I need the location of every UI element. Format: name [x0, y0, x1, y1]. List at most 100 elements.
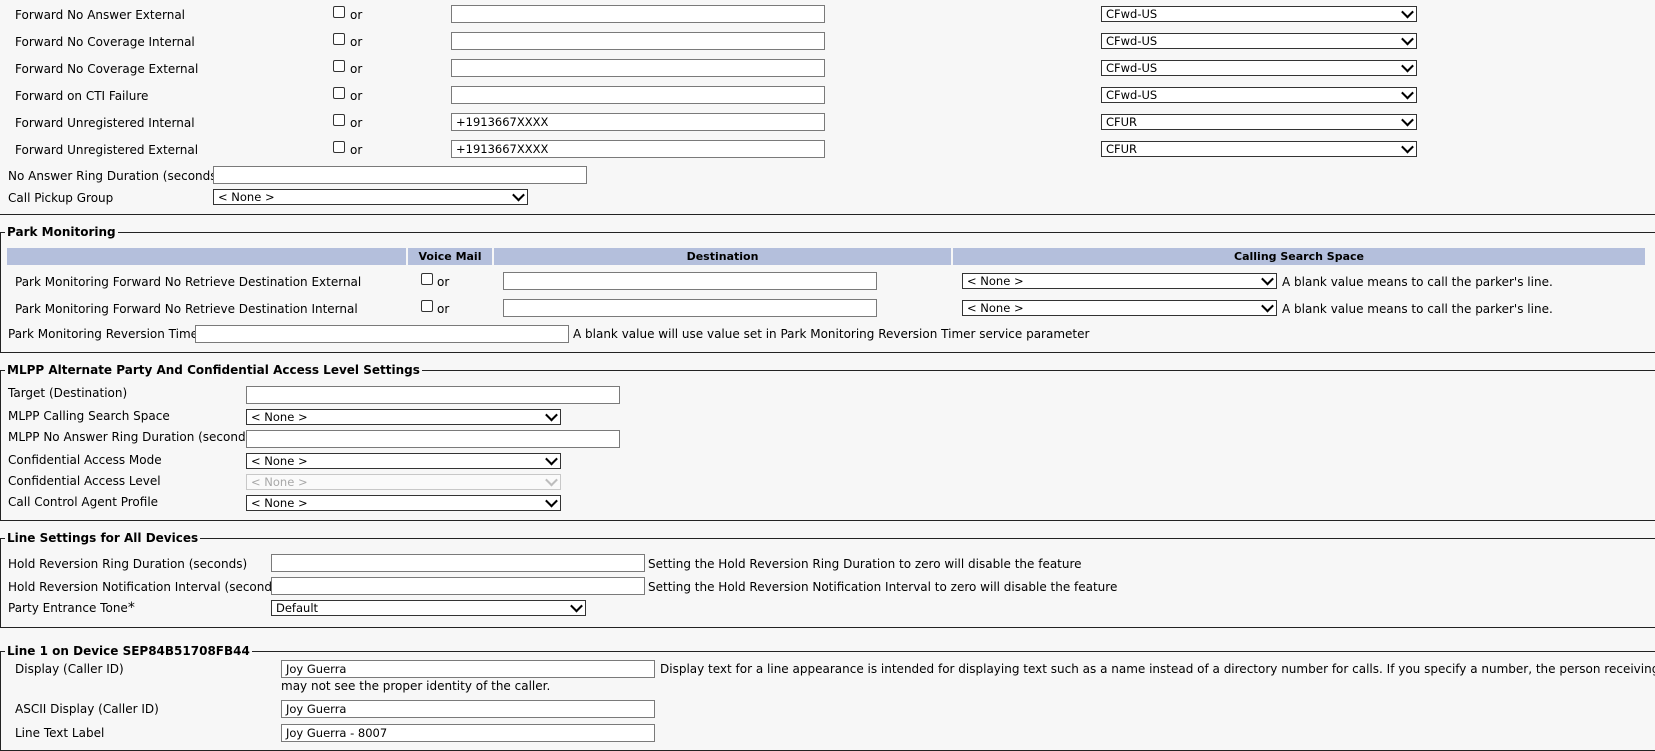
- chevron-down-icon: [1261, 272, 1274, 286]
- forward-destination-input[interactable]: [451, 32, 825, 50]
- forward-label: Forward Unregistered Internal: [15, 116, 195, 130]
- ascii-display-label: ASCII Display (Caller ID): [15, 702, 159, 716]
- hold-ring-label: Hold Reversion Ring Duration (seconds): [8, 557, 248, 571]
- chevron-down-icon: [1401, 140, 1414, 154]
- divider: [0, 214, 1655, 215]
- party-entrance-tone-label: Party Entrance Tone*: [8, 601, 135, 615]
- mlpp-css-select[interactable]: < None >: [246, 408, 561, 425]
- forward-css-select[interactable]: CFwd-US: [1101, 5, 1417, 22]
- forward-destination-input[interactable]: [451, 86, 825, 104]
- select-value: Default: [276, 601, 319, 615]
- chevron-down-icon: [545, 494, 558, 508]
- chevron-down-icon: [545, 408, 558, 422]
- mlpp-legend: MLPP Alternate Party And Confidential Ac…: [5, 363, 422, 377]
- park-destination-input[interactable]: [503, 272, 877, 290]
- voicemail-checkbox[interactable]: [333, 60, 345, 72]
- display-note-cont: may not see the proper identity of the c…: [281, 679, 551, 693]
- or-text: or: [350, 35, 363, 49]
- forward-css-select[interactable]: CFwd-US: [1101, 86, 1417, 103]
- forward-destination-input[interactable]: [451, 59, 825, 77]
- select-value: CFUR: [1106, 142, 1138, 156]
- or-text: or: [350, 143, 363, 157]
- voicemail-checkbox[interactable]: [421, 300, 433, 312]
- park-css-select[interactable]: < None >: [962, 299, 1277, 316]
- header-blank: [7, 248, 406, 265]
- header-destination: Destination: [494, 248, 951, 265]
- park-row-label: Park Monitoring Forward No Retrieve Dest…: [15, 275, 362, 289]
- confidential-access-level-label: Confidential Access Level: [8, 474, 161, 488]
- or-text: or: [350, 8, 363, 22]
- or-text: or: [350, 89, 363, 103]
- hold-notif-input[interactable]: [271, 577, 645, 595]
- voicemail-checkbox[interactable]: [333, 87, 345, 99]
- label-text: Party Entrance Tone: [8, 601, 128, 615]
- park-row-note: A blank value means to call the parker's…: [1282, 302, 1553, 316]
- select-value: CFwd-US: [1106, 34, 1158, 48]
- chevron-down-icon: [1401, 5, 1414, 19]
- voicemail-checkbox[interactable]: [421, 273, 433, 285]
- select-value: < None >: [967, 274, 1024, 288]
- line-settings-legend: Line Settings for All Devices: [5, 531, 201, 545]
- or-text: or: [437, 275, 450, 289]
- select-value: CFwd-US: [1106, 61, 1158, 75]
- select-value: < None >: [967, 301, 1024, 315]
- no-answer-ring-label: No Answer Ring Duration (seconds): [8, 169, 222, 183]
- park-destination-input[interactable]: [503, 299, 877, 317]
- park-timer-input[interactable]: [195, 325, 569, 343]
- mlpp-target-label: Target (Destination): [8, 386, 128, 400]
- select-value: CFwd-US: [1106, 88, 1158, 102]
- header-calling-search-space: Calling Search Space: [953, 248, 1645, 265]
- select-value: < None >: [251, 454, 308, 468]
- chevron-down-icon: [545, 452, 558, 466]
- ascii-display-input[interactable]: Joy Guerra: [281, 700, 655, 718]
- select-value: < None >: [251, 475, 308, 489]
- chevron-down-icon: [1401, 32, 1414, 46]
- forward-label: Forward No Answer External: [15, 8, 186, 22]
- or-text: or: [350, 116, 363, 130]
- display-label: Display (Caller ID): [15, 662, 124, 676]
- forward-css-select[interactable]: CFwd-US: [1101, 32, 1417, 49]
- hold-notif-note: Setting the Hold Reversion Notification …: [648, 580, 1118, 594]
- park-row-note: A blank value means to call the parker's…: [1282, 275, 1553, 289]
- forward-label: Forward No Coverage External: [15, 62, 199, 76]
- voicemail-checkbox[interactable]: [333, 141, 345, 153]
- park-timer-note: A blank value will use value set in Park…: [573, 327, 1090, 341]
- call-pickup-select[interactable]: < None >: [213, 188, 528, 205]
- park-css-select[interactable]: < None >: [962, 272, 1277, 289]
- mlpp-css-label: MLPP Calling Search Space: [8, 409, 170, 423]
- voicemail-checkbox[interactable]: [333, 6, 345, 18]
- party-entrance-tone-select[interactable]: Default: [271, 599, 586, 616]
- forward-css-select[interactable]: CFwd-US: [1101, 59, 1417, 76]
- line-text-label: Line Text Label: [15, 726, 105, 740]
- no-answer-ring-input[interactable]: [213, 166, 587, 184]
- forward-css-select[interactable]: CFUR: [1101, 113, 1417, 130]
- mlpp-target-input[interactable]: [246, 386, 620, 404]
- hold-ring-input[interactable]: [271, 554, 645, 572]
- display-input[interactable]: Joy Guerra: [281, 660, 655, 678]
- forward-css-select[interactable]: CFUR: [1101, 140, 1417, 157]
- mlpp-ring-label: MLPP No Answer Ring Duration (seconds): [8, 430, 257, 444]
- chevron-down-icon: [570, 599, 583, 613]
- forward-destination-input[interactable]: +1913667XXXX: [451, 113, 825, 131]
- voicemail-checkbox[interactable]: [333, 33, 345, 45]
- forward-destination-input[interactable]: [451, 5, 825, 23]
- required-marker: *: [127, 600, 135, 616]
- select-value: CFUR: [1106, 115, 1138, 129]
- call-control-agent-profile-select[interactable]: < None >: [246, 494, 561, 511]
- chevron-down-icon: [512, 188, 525, 202]
- forward-label: Forward on CTI Failure: [15, 89, 149, 103]
- confidential-access-mode-select[interactable]: < None >: [246, 452, 561, 469]
- chevron-down-icon: [1401, 59, 1414, 73]
- or-text: or: [350, 62, 363, 76]
- confidential-access-level-select: < None >: [246, 473, 561, 490]
- forward-label: Forward Unregistered External: [15, 143, 199, 157]
- display-note: Display text for a line appearance is in…: [660, 662, 1655, 676]
- forward-label: Forward No Coverage Internal: [15, 35, 195, 49]
- forward-destination-input[interactable]: +1913667XXXX: [451, 140, 825, 158]
- park-monitoring-legend: Park Monitoring: [5, 225, 118, 239]
- voicemail-checkbox[interactable]: [333, 114, 345, 126]
- line-text-input[interactable]: Joy Guerra - 8007: [281, 724, 655, 742]
- chevron-down-icon: [545, 473, 558, 487]
- chevron-down-icon: [1401, 86, 1414, 100]
- mlpp-ring-input[interactable]: [246, 430, 620, 448]
